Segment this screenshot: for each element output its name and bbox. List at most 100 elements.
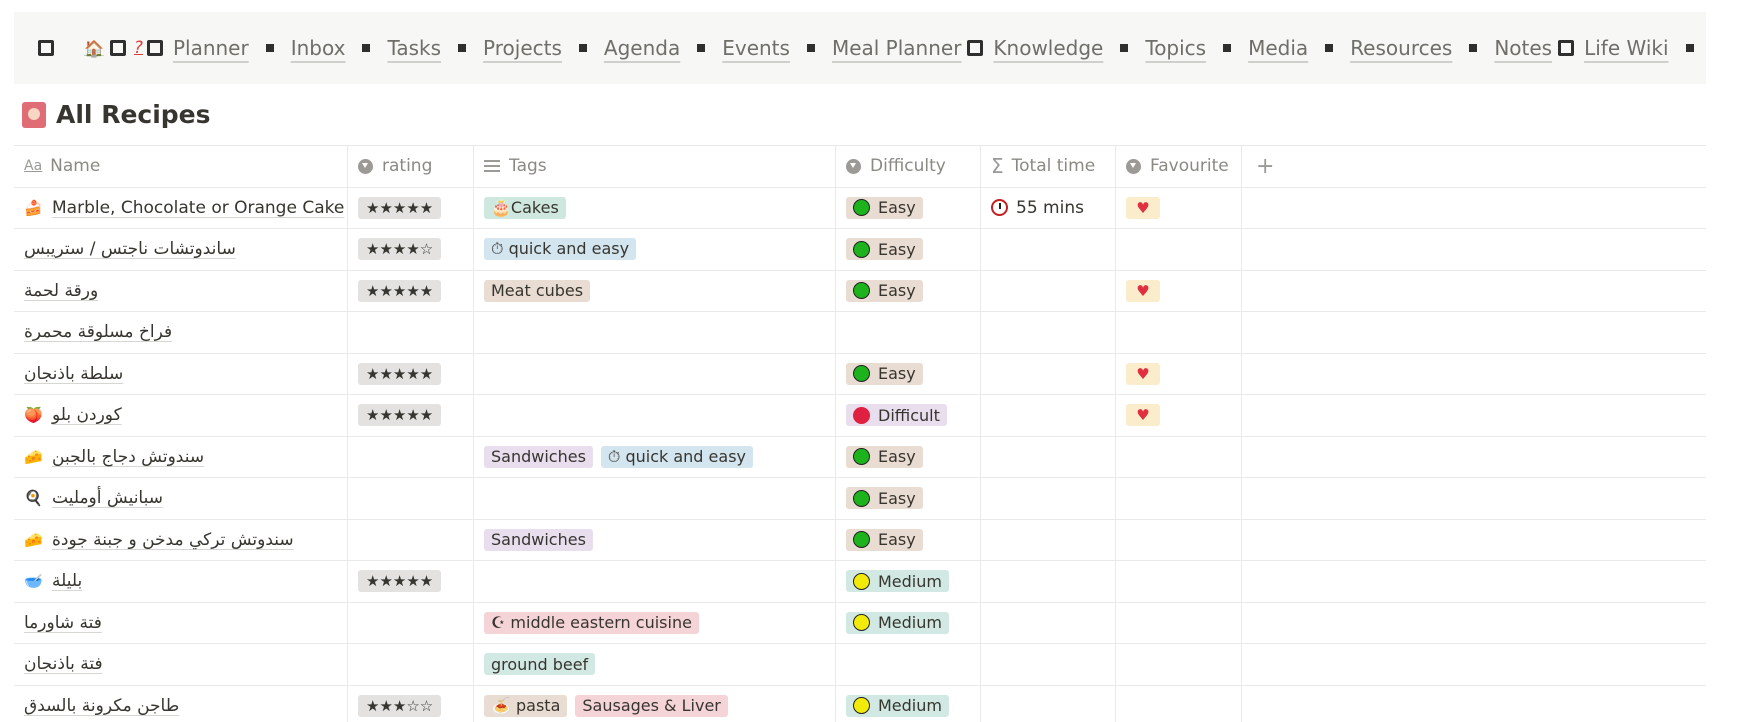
recipe-name[interactable]: بليلة [52, 571, 82, 591]
cell-difficulty[interactable] [836, 644, 981, 685]
cell-name[interactable]: سلطة باذنجان [14, 353, 348, 394]
cell-rating[interactable]: ★★★★★ [348, 395, 474, 436]
cell-name[interactable]: 🥣 بليلة [14, 561, 348, 602]
cell-total-time[interactable] [981, 602, 1116, 643]
cell-name[interactable]: 🍑 كوردن بلو [14, 395, 348, 436]
cell-total-time[interactable] [981, 270, 1116, 311]
table-row[interactable]: فتة باذنجان ground beef [14, 644, 1706, 686]
table-row[interactable]: 🍑 كوردن بلو ★★★★★ Difficult ♥ [14, 395, 1706, 437]
table-row[interactable]: 🍳 سبانيش أومليت Easy [14, 478, 1706, 520]
nav-link-tasks[interactable]: Tasks [387, 36, 441, 60]
cell-total-time[interactable]: 55 mins [981, 187, 1116, 228]
nav-link-knowledge[interactable]: Knowledge [993, 36, 1103, 60]
cell-favourite[interactable] [1116, 644, 1242, 685]
cell-name[interactable]: ورقة لحمة [14, 270, 348, 311]
cell-difficulty[interactable]: Medium [836, 561, 981, 602]
cell-favourite[interactable] [1116, 685, 1242, 722]
cell-tags[interactable]: ⏱ quick and easy [474, 229, 836, 270]
question-icon[interactable]: ? [134, 38, 143, 58]
cell-favourite[interactable] [1116, 436, 1242, 477]
cell-name[interactable]: 🍰 Marble, Chocolate or Orange Cake [14, 187, 348, 228]
cell-tags[interactable] [474, 395, 836, 436]
table-row[interactable]: ساندوتشات ناجتس / ستريبس ★★★★☆ ⏱ quick and… [14, 229, 1706, 271]
cell-total-time[interactable] [981, 685, 1116, 722]
cell-difficulty[interactable]: Easy [836, 270, 981, 311]
cell-total-time[interactable] [981, 229, 1116, 270]
cell-total-time[interactable] [981, 519, 1116, 560]
nav-link-projects[interactable]: Projects [483, 36, 562, 60]
cell-total-time[interactable] [981, 395, 1116, 436]
cell-rating[interactable] [348, 312, 474, 353]
cell-tags[interactable]: 🎂Cakes [474, 187, 836, 228]
cell-difficulty[interactable] [836, 312, 981, 353]
cell-tags[interactable]: ground beef [474, 644, 836, 685]
nav-link-inbox[interactable]: Inbox [291, 36, 346, 60]
cell-tags[interactable] [474, 561, 836, 602]
cell-tags[interactable] [474, 312, 836, 353]
table-row[interactable]: 🧀 سندوتش تركي مدخن و جبنة جودة Sandwiches E… [14, 519, 1706, 561]
cell-total-time[interactable] [981, 312, 1116, 353]
cell-favourite[interactable] [1116, 519, 1242, 560]
cell-tags[interactable]: ☪ middle eastern cuisine [474, 602, 836, 643]
cell-tags[interactable]: Sandwiches ⏱ quick and easy [474, 436, 836, 477]
cell-difficulty[interactable]: Easy [836, 353, 981, 394]
cell-name[interactable]: 🍳 سبانيش أومليت [14, 478, 348, 519]
table-row[interactable]: فراخ مسلوقة محمرة [14, 312, 1706, 354]
cell-name[interactable]: ساندوتشات ناجتس / ستريبس [14, 229, 348, 270]
table-row[interactable]: 🧀 سندوتش دجاج بالجبن Sandwiches ⏱ quick and… [14, 436, 1706, 478]
nav-link-notes[interactable]: Notes [1494, 36, 1552, 60]
cell-tags[interactable]: Meat cubes [474, 270, 836, 311]
recipe-name[interactable]: سبانيش أومليت [52, 488, 163, 508]
cell-total-time[interactable] [981, 644, 1116, 685]
cell-difficulty[interactable]: Easy [836, 229, 981, 270]
column-header-difficulty[interactable]: Difficulty [836, 146, 981, 187]
column-header-favourite[interactable]: Favourite [1116, 146, 1242, 187]
cell-difficulty[interactable]: Easy [836, 519, 981, 560]
cell-total-time[interactable] [981, 478, 1116, 519]
column-header-total-time[interactable]: Σ Total time [981, 146, 1116, 187]
recipe-name[interactable]: فراخ مسلوقة محمرة [24, 322, 172, 342]
cell-difficulty[interactable]: Easy [836, 187, 981, 228]
cell-name[interactable]: طاجن مكرونة بالسدق [14, 685, 348, 722]
cell-name[interactable]: فراخ مسلوقة محمرة [14, 312, 348, 353]
cell-tags[interactable] [474, 478, 836, 519]
cell-favourite[interactable]: ♥ [1116, 270, 1242, 311]
recipe-name[interactable]: فتة باذنجان [24, 654, 103, 674]
recipe-name[interactable]: سندوتش دجاج بالجبن [52, 447, 204, 467]
nav-link-resources[interactable]: Resources [1350, 36, 1452, 60]
recipe-name[interactable]: كوردن بلو [52, 405, 122, 425]
column-header-rating[interactable]: rating [348, 146, 474, 187]
home-icon[interactable]: 🏠 [84, 39, 104, 58]
column-header-tags[interactable]: Tags [474, 146, 836, 187]
table-row[interactable]: ورقة لحمة ★★★★★ Meat cubes Easy ♥ [14, 270, 1706, 312]
recipe-name[interactable]: Marble, Chocolate or Orange Cake [52, 198, 344, 218]
recipe-name[interactable]: فتة شاورما [24, 613, 102, 633]
add-property-button[interactable]: + [1242, 146, 1706, 187]
cell-rating[interactable] [348, 644, 474, 685]
cell-name[interactable]: 🧀 سندوتش دجاج بالجبن [14, 436, 348, 477]
cell-favourite[interactable] [1116, 312, 1242, 353]
cell-rating[interactable]: ★★★★★ [348, 561, 474, 602]
cell-name[interactable]: فتة باذنجان [14, 644, 348, 685]
cell-favourite[interactable] [1116, 561, 1242, 602]
cell-total-time[interactable] [981, 353, 1116, 394]
cell-tags[interactable] [474, 353, 836, 394]
cell-favourite[interactable] [1116, 478, 1242, 519]
cell-difficulty[interactable]: Medium [836, 685, 981, 722]
table-row[interactable]: 🍰 Marble, Chocolate or Orange Cake ★★★★★ 🎂C… [14, 187, 1706, 229]
cell-rating[interactable]: ★★★★☆ [348, 229, 474, 270]
cell-difficulty[interactable]: Medium [836, 602, 981, 643]
cell-difficulty[interactable]: Difficult [836, 395, 981, 436]
cell-favourite[interactable]: ♥ [1116, 395, 1242, 436]
nav-link-planner[interactable]: Planner [173, 36, 249, 60]
cell-rating[interactable] [348, 436, 474, 477]
cell-rating[interactable]: ★★★★★ [348, 270, 474, 311]
recipe-name[interactable]: ساندوتشات ناجتس / ستريبس [24, 239, 236, 259]
cell-rating[interactable]: ★★★★★ [348, 353, 474, 394]
nav-link-events[interactable]: Events [722, 36, 790, 60]
cell-tags[interactable]: 🍝 pasta Sausages & Liver [474, 685, 836, 722]
cell-favourite[interactable] [1116, 229, 1242, 270]
nav-link-topics[interactable]: Topics [1145, 36, 1206, 60]
table-row[interactable]: سلطة باذنجان ★★★★★ Easy ♥ [14, 353, 1706, 395]
cell-favourite[interactable]: ♥ [1116, 187, 1242, 228]
